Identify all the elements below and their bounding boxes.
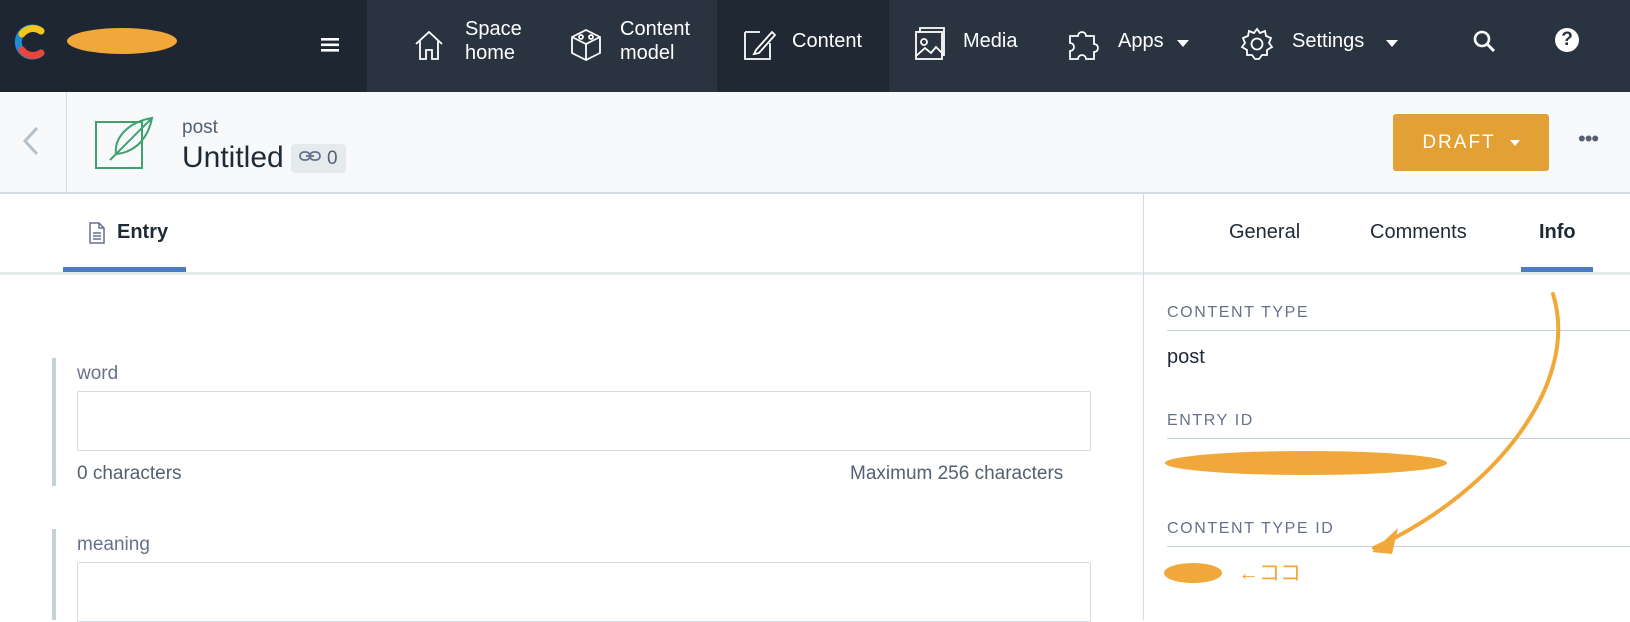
entry-type-icon [94, 114, 156, 176]
entry-title: Untitled [182, 141, 284, 174]
tab-entry[interactable]: Entry [63, 194, 186, 272]
gear-icon [1240, 26, 1274, 68]
home-icon [413, 28, 445, 68]
nav-content-model-label-line1: Content [620, 18, 691, 40]
annotation-text: ←ココ [1238, 562, 1301, 585]
media-icon [913, 26, 947, 68]
annotation-arrow [1360, 290, 1570, 560]
tab-entry-indicator [63, 267, 186, 272]
nav-content-model[interactable]: Content model [545, 0, 717, 92]
info-content-type-value: post [1167, 346, 1205, 368]
tab-info[interactable]: Info [1521, 194, 1593, 272]
space-name-redaction [66, 24, 180, 58]
field-meaning-indicator [52, 529, 56, 620]
tab-info-label: Info [1539, 221, 1576, 243]
content-type-id-redaction [1162, 560, 1224, 586]
references-count: 0 [327, 147, 338, 169]
field-meaning-label: meaning [77, 534, 150, 555]
tab-general[interactable]: General [1229, 221, 1300, 244]
nav-content[interactable]: Content [717, 0, 889, 92]
content-pen-icon [742, 26, 777, 68]
field-word-char-count: 0 characters [77, 463, 182, 484]
back-button[interactable] [0, 92, 67, 192]
nav-apps-label: Apps [1118, 30, 1164, 52]
nav-space-home[interactable]: Space home [367, 0, 545, 92]
info-content-type-id-label: CONTENT TYPE ID [1167, 520, 1335, 537]
more-actions-button[interactable]: ••• [1578, 126, 1599, 152]
field-word-input[interactable] [77, 391, 1091, 451]
chevron-left-icon [20, 125, 42, 162]
status-chevron-down-icon [1509, 139, 1520, 146]
nav-space-home-label-line1: Space [465, 18, 522, 40]
search-icon[interactable] [1471, 28, 1499, 56]
menu-icon[interactable] [318, 32, 344, 58]
field-word-indicator [52, 358, 56, 486]
field-meaning-input[interactable] [77, 562, 1091, 622]
nav-settings-label: Settings [1292, 30, 1365, 52]
status-label: DRAFT [1422, 131, 1496, 153]
brand-area [0, 0, 367, 92]
nav-apps[interactable]: Apps [1039, 0, 1211, 92]
contentful-logo[interactable] [14, 22, 52, 62]
status-draft-button[interactable]: DRAFT [1393, 114, 1549, 171]
settings-chevron-down-icon [1386, 40, 1398, 47]
nav-content-label: Content [792, 30, 863, 52]
apps-chevron-down-icon [1177, 40, 1189, 47]
pane-divider [1143, 194, 1144, 620]
tab-comments[interactable]: Comments [1370, 221, 1467, 244]
nav-media[interactable]: Media [889, 0, 1039, 92]
field-word-label: word [77, 363, 119, 384]
nav-media-label: Media [963, 30, 1018, 52]
info-content-type-label: CONTENT TYPE [1167, 304, 1310, 321]
references-badge[interactable]: 0 [291, 144, 346, 173]
puzzle-icon [1066, 26, 1100, 68]
help-icon[interactable]: ? [1555, 28, 1579, 52]
nav-content-model-label-line2: model [620, 42, 675, 64]
info-entry-id-label: ENTRY ID [1167, 412, 1254, 429]
nav-settings[interactable]: Settings [1211, 0, 1410, 92]
nav-space-home-label-line2: home [465, 42, 516, 64]
link-icon [299, 149, 321, 168]
entry-content-type: post [182, 117, 218, 138]
document-icon [88, 222, 106, 249]
tab-entry-label: Entry [117, 221, 169, 243]
field-word-max-chars: Maximum 256 characters [850, 463, 1064, 484]
content-model-icon [569, 27, 603, 69]
tab-info-indicator [1521, 267, 1593, 272]
